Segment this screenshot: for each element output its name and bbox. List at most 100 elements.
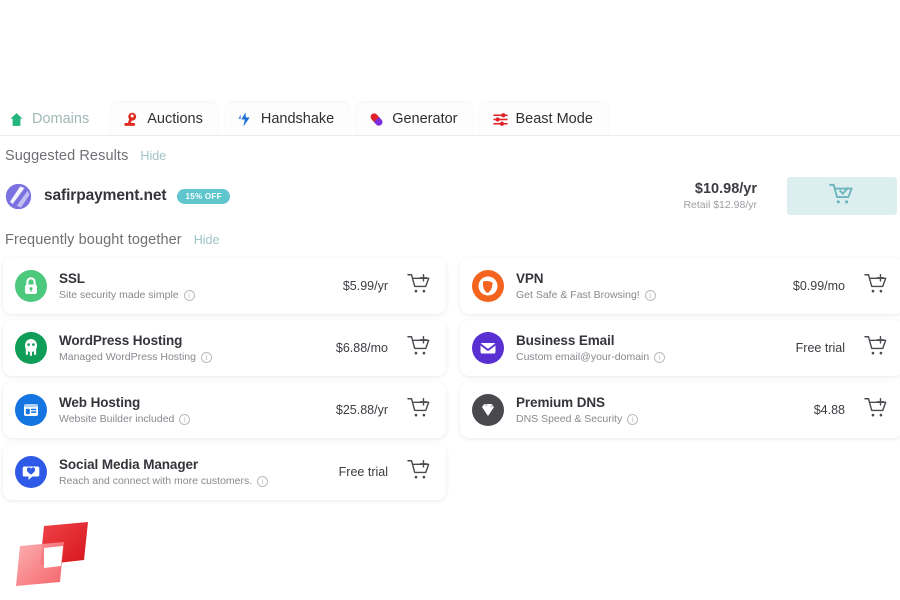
cart-plus-icon — [406, 459, 432, 485]
product-subtitle-row: Managed WordPress Hosting i — [59, 351, 212, 363]
tab-domains-label: Domains — [32, 110, 90, 127]
product-card-business-email[interactable]: Business Email Custom email@your-domain … — [460, 320, 900, 376]
info-icon[interactable]: i — [257, 475, 269, 487]
domain-name: safirpayment.net — [44, 187, 167, 204]
cart-plus-icon — [406, 397, 432, 423]
product-text: Social Media Manager Reach and connect w… — [59, 456, 269, 488]
product-subtitle-row: Reach and connect with more customers. i — [59, 475, 269, 488]
product-subtitle: Managed WordPress Hosting — [59, 351, 196, 364]
product-card-vpn[interactable]: VPN Get Safe & Fast Browsing! i $0.99/mo — [460, 258, 900, 314]
product-text: VPN Get Safe & Fast Browsing! i — [516, 271, 656, 301]
product-price: $25.88/yr — [335, 403, 388, 417]
tab-generator[interactable]: Generator — [356, 103, 473, 135]
heart-bubble-icon — [15, 456, 47, 488]
product-title: Premium DNS — [516, 394, 605, 410]
info-icon[interactable]: i — [627, 413, 639, 425]
product-subtitle: Get Safe & Fast Browsing! — [516, 289, 640, 302]
product-subtitle-row: DNS Speed & Security i — [516, 413, 639, 426]
add-to-cart-button-domain[interactable] — [787, 177, 897, 215]
product-subtitle-row: Get Safe & Fast Browsing! i — [516, 289, 656, 301]
frequently-bought-title: Frequently bought together — [5, 232, 182, 248]
tab-beast-mode-label: Beast Mode — [515, 110, 593, 127]
gavel-icon — [123, 111, 140, 128]
add-to-cart-button[interactable] — [863, 397, 889, 423]
suggested-price-block: $10.98/yr Retail $12.98/yr — [683, 181, 757, 211]
product-title: WordPress Hosting — [59, 332, 183, 348]
tab-auctions[interactable]: Auctions — [111, 103, 218, 135]
tab-beast-mode[interactable]: Beast Mode — [479, 103, 608, 135]
add-to-cart-button[interactable] — [863, 273, 889, 299]
tab-generator-label: Generator — [392, 110, 458, 127]
info-icon[interactable]: i — [200, 351, 212, 363]
top-empty-area — [0, 0, 900, 98]
suggested-results-title: Suggested Results — [5, 148, 129, 164]
domain-avatar — [5, 183, 32, 210]
frequently-bought-header: Frequently bought together Hide — [3, 220, 897, 256]
product-subtitle: Custom email@your-domain — [516, 351, 650, 364]
product-subtitle: Website Builder included — [59, 413, 175, 426]
product-price: Free trial — [338, 465, 388, 479]
add-to-cart-button[interactable] — [406, 397, 432, 423]
product-title: Web Hosting — [59, 394, 141, 410]
product-title: Business Email — [516, 332, 615, 348]
product-card-ssl[interactable]: SSL Site security made simple i $5.99/yr — [3, 258, 446, 314]
brand-logo — [14, 520, 94, 592]
handshake-icon — [237, 111, 254, 128]
product-card-web-hosting[interactable]: Web Hosting Website Builder included i $… — [3, 382, 446, 438]
cart-plus-icon — [863, 335, 889, 361]
lock-icon — [15, 270, 47, 302]
product-title: Social Media Manager — [59, 456, 199, 472]
diamond-icon — [472, 394, 504, 426]
product-text: SSL Site security made simple i — [59, 270, 195, 302]
info-icon[interactable]: i — [654, 351, 666, 363]
suggested-price: $10.98/yr — [694, 181, 757, 197]
product-subtitle-row: Custom email@your-domain i — [516, 351, 666, 364]
wordpress-icon — [15, 332, 47, 364]
cart-plus-icon — [406, 335, 432, 361]
product-price: $4.88 — [813, 403, 845, 417]
tab-handshake[interactable]: Handshake — [224, 103, 350, 135]
product-subtitle: DNS Speed & Security — [516, 413, 623, 426]
suggested-results-header: Suggested Results Hide — [3, 136, 897, 172]
add-to-cart-button[interactable] — [406, 273, 432, 299]
product-text: WordPress Hosting Managed WordPress Host… — [59, 332, 212, 363]
cart-check-icon — [829, 183, 855, 210]
main-tab-bar: Domains Auctions Handshake Generator Bea… — [0, 98, 900, 136]
discount-badge: 15% OFF — [177, 188, 230, 204]
product-card-premium-dns[interactable]: Premium DNS DNS Speed & Security i $4.88 — [460, 382, 900, 438]
tab-handshake-label: Handshake — [260, 110, 335, 127]
tab-auctions-label: Auctions — [147, 110, 203, 127]
product-price: $6.88/mo — [335, 341, 388, 355]
product-price: $5.99/yr — [342, 279, 388, 293]
suggested-hide-link[interactable]: Hide — [140, 149, 166, 163]
add-to-cart-button[interactable] — [406, 459, 432, 485]
frequently-bought-hide-link[interactable]: Hide — [194, 233, 220, 247]
product-subtitle: Site security made simple — [59, 289, 179, 302]
add-to-cart-button[interactable] — [406, 335, 432, 361]
cart-plus-icon — [863, 273, 889, 299]
product-title: SSL — [59, 270, 85, 286]
envelope-icon — [472, 332, 504, 364]
tab-domains[interactable]: Domains — [0, 103, 105, 135]
product-card-wordpress-hosting[interactable]: WordPress Hosting Managed WordPress Host… — [3, 320, 446, 376]
info-icon[interactable]: i — [179, 413, 191, 425]
capsule-icon — [368, 111, 385, 128]
add-to-cart-button[interactable] — [863, 335, 889, 361]
sliders-icon — [492, 111, 509, 128]
suggested-domain-row[interactable]: safirpayment.net 15% OFF $10.98/yr Retai… — [3, 172, 897, 220]
cart-plus-icon — [406, 273, 432, 299]
product-text: Premium DNS DNS Speed & Security i — [516, 394, 639, 426]
product-price: $0.99/mo — [792, 279, 845, 293]
suggested-retail-price: Retail $12.98/yr — [683, 199, 757, 211]
info-icon[interactable]: i — [644, 289, 656, 301]
product-text: Business Email Custom email@your-domain … — [516, 332, 666, 364]
product-text: Web Hosting Website Builder included i — [59, 394, 191, 426]
product-subtitle: Reach and connect with more customers. — [59, 475, 253, 488]
product-grid: SSL Site security made simple i $5.99/yr — [3, 256, 900, 500]
product-price: Free trial — [795, 341, 845, 355]
info-icon[interactable]: i — [183, 289, 195, 301]
cart-plus-icon — [863, 397, 889, 423]
browser-window-icon — [15, 394, 47, 426]
product-card-social-media-manager[interactable]: Social Media Manager Reach and connect w… — [3, 444, 446, 500]
vpn-shield-icon — [472, 270, 504, 302]
